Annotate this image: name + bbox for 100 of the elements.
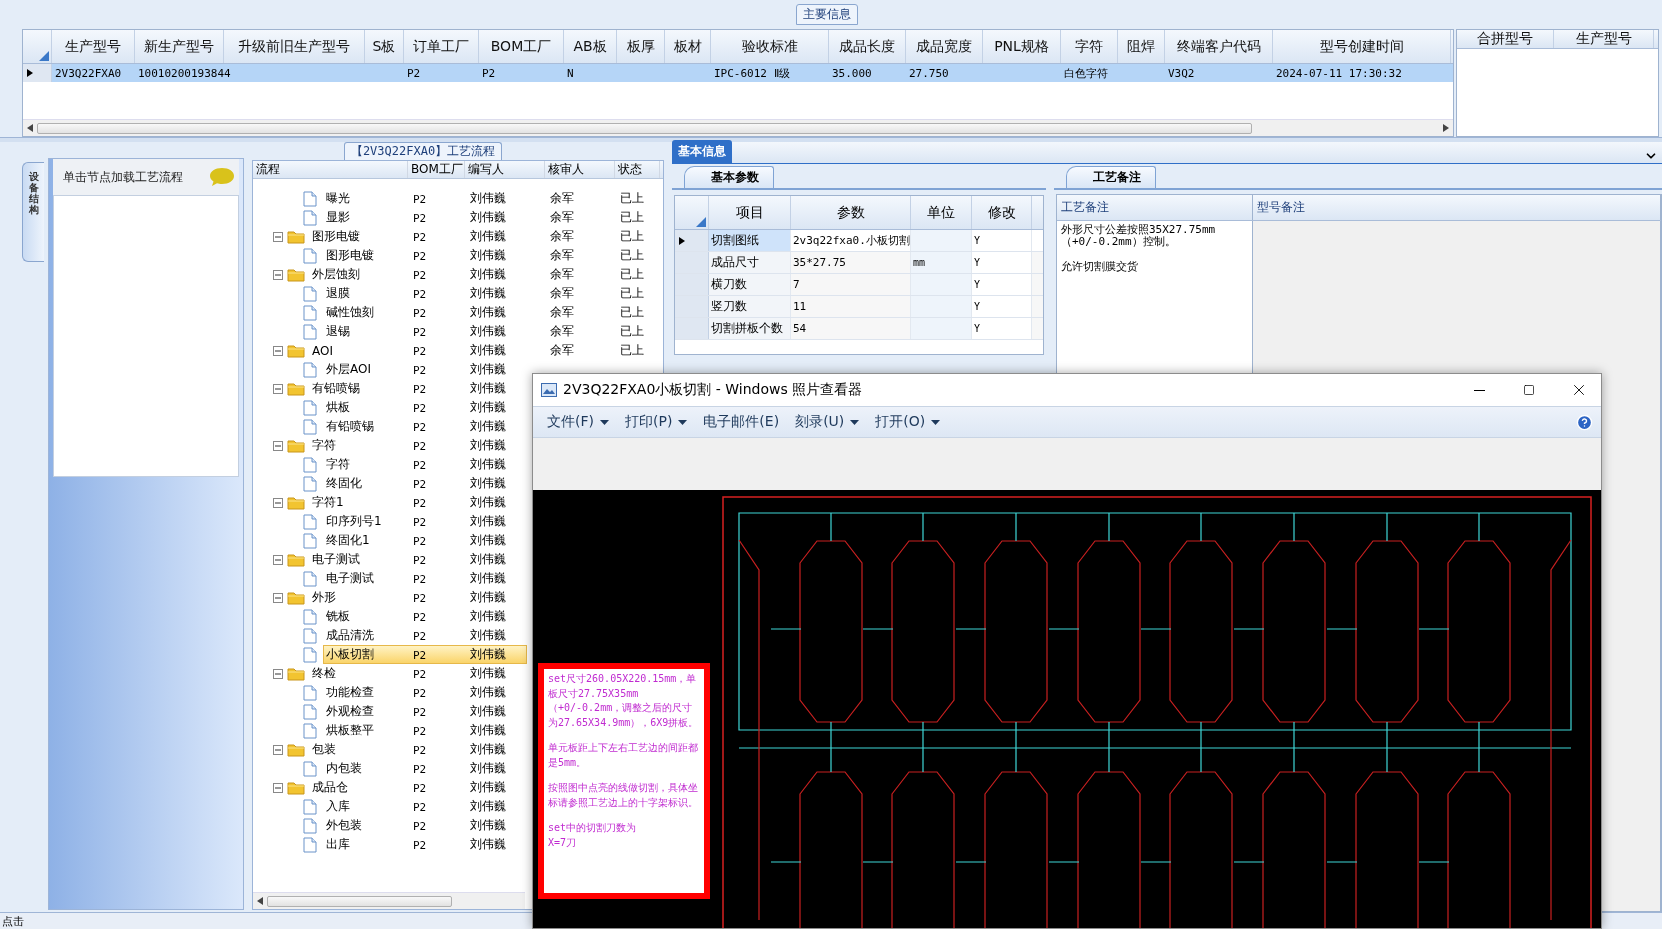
tree-row[interactable]: 有铅喷锡 P2 刘伟巍 [323, 417, 527, 436]
tree-row[interactable]: 电子测试 P2 刘伟巍 [309, 550, 527, 569]
tree-row[interactable]: 碱性蚀刻 P2 刘伟巍 余军 已上 [323, 303, 662, 322]
tree-row[interactable]: 图形电镀 P2 刘伟巍 余军 已上 [309, 227, 662, 246]
collapse-toggle-icon[interactable] [273, 497, 283, 508]
column-header[interactable]: AB板 [564, 30, 617, 63]
table-row[interactable]: 2V3Q22FXA0 10010200193844 P2 P2 N IPC-6012 Ⅱ级 35.000 27.750 白色字符 V3Q2 2024-07-11 17:30:32 [23, 64, 1453, 82]
column-header[interactable]: BOM工厂 [479, 30, 564, 63]
tree-row[interactable]: 外观检查 P2 刘伟巍 [323, 702, 527, 721]
tree-row[interactable]: 字符 P2 刘伟巍 [323, 455, 527, 474]
scroll-left-icon[interactable] [27, 124, 33, 132]
column-header[interactable]: 终端客户代码 [1165, 30, 1273, 63]
column-header[interactable]: 型号创建时间 [1273, 30, 1451, 63]
menu-item[interactable]: 打开(O) [869, 411, 947, 433]
menu-item[interactable]: 打印(P) [619, 411, 694, 433]
tree-row[interactable]: 成品仓 P2 刘伟巍 [309, 778, 527, 797]
column-header[interactable]: 编写人 [465, 161, 545, 178]
tree-row[interactable]: 包装 P2 刘伟巍 [309, 740, 527, 759]
column-header[interactable]: 新生产型号 [135, 30, 224, 63]
column-header[interactable]: 核审人 [545, 161, 615, 178]
column-header[interactable]: PNL规格 [983, 30, 1061, 63]
collapse-toggle-icon[interactable] [273, 592, 283, 603]
column-header[interactable]: 验收标准 [711, 30, 829, 63]
tree-row[interactable]: 终检 P2 刘伟巍 [309, 664, 527, 683]
column-header[interactable]: 修改 [972, 196, 1032, 229]
tree-row[interactable]: AOI P2 刘伟巍 余军 已上 [309, 341, 662, 360]
table-row[interactable]: 竖刀数 11 Y [675, 296, 1043, 318]
collapse-toggle-icon[interactable] [273, 668, 283, 679]
column-header[interactable]: 成品长度 [829, 30, 906, 63]
column-header[interactable]: S板 [365, 30, 404, 63]
tree-row[interactable]: 字符1 P2 刘伟巍 [309, 493, 527, 512]
tree-row[interactable]: 终固化 P2 刘伟巍 [323, 474, 527, 493]
tree-row[interactable]: 外层蚀刻 P2 刘伟巍 余军 已上 [309, 265, 662, 284]
tree-row[interactable]: 终固化1 P2 刘伟巍 [323, 531, 527, 550]
column-header[interactable]: 流程 [253, 161, 408, 178]
tree-row[interactable]: 退膜 P2 刘伟巍 余军 已上 [323, 284, 662, 303]
tree-row[interactable]: 外层AOI P2 刘伟巍 [323, 360, 527, 379]
column-header[interactable]: 状态 [615, 161, 660, 178]
remarks-tab[interactable]: 工艺备注 [1066, 166, 1156, 188]
tree-row[interactable]: 字符 P2 刘伟巍 [309, 436, 527, 455]
params-tab[interactable]: 基本参数 [684, 166, 774, 188]
tree-row[interactable]: 烘板 P2 刘伟巍 [323, 398, 527, 417]
tree-row[interactable]: 铣板 P2 刘伟巍 [323, 607, 527, 626]
table-row[interactable]: 横刀数 7 Y [675, 274, 1043, 296]
tree-row[interactable]: 入库 P2 刘伟巍 [323, 797, 527, 816]
tree-row[interactable]: 退锡 P2 刘伟巍 余军 已上 [323, 322, 662, 341]
collapse-toggle-icon[interactable] [273, 231, 283, 242]
tree-row[interactable]: 成品清洗 P2 刘伟巍 [323, 626, 527, 645]
column-header[interactable]: 成品宽度 [906, 30, 983, 63]
column-header[interactable]: 合拼型号 [1457, 30, 1554, 48]
column-header[interactable]: 订单工厂 [404, 30, 479, 63]
horizontal-scrollbar[interactable] [23, 119, 1453, 136]
scroll-left-icon[interactable] [257, 897, 263, 905]
tree-row[interactable]: 小板切割 P2 刘伟巍 [323, 645, 527, 664]
table-row[interactable]: 切割拼板个数 54 Y [675, 318, 1043, 340]
column-header[interactable]: 生产型号 [52, 30, 135, 63]
table-row[interactable]: 成品尺寸 35*27.75 mm Y [675, 252, 1043, 274]
collapse-toggle-icon[interactable] [273, 744, 283, 755]
tree-row[interactable]: 电子测试 P2 刘伟巍 [323, 569, 527, 588]
folder-icon [287, 780, 305, 795]
menu-item[interactable]: 刻录(U) [789, 411, 866, 433]
info-tab[interactable]: 基本信息 [672, 140, 732, 163]
column-header[interactable]: 阻焊 [1118, 30, 1165, 63]
column-header[interactable]: 板材 [665, 30, 711, 63]
column-header[interactable]: 单位 [911, 196, 972, 229]
table-cell: 2v3q22fxa0.小板切割 [793, 233, 910, 248]
tree-row[interactable]: 曝光 P2 刘伟巍 余军 已上 [323, 189, 662, 208]
tree-row[interactable]: 显影 P2 刘伟巍 余军 已上 [323, 208, 662, 227]
collapse-toggle-icon[interactable] [273, 782, 283, 793]
column-header[interactable]: 升级前旧生产型号 [224, 30, 365, 63]
collapse-toggle-icon[interactable] [273, 269, 283, 280]
menu-item[interactable]: 电子邮件(E) [697, 411, 786, 433]
side-tab[interactable]: 设备结构 [22, 162, 44, 262]
help-icon[interactable] [1576, 413, 1593, 431]
menu-item[interactable]: 文件(F) [541, 411, 615, 433]
tree-row[interactable]: 外形 P2 刘伟巍 [309, 588, 527, 607]
tree-row[interactable]: 出库 P2 刘伟巍 [323, 835, 527, 854]
column-header[interactable]: 参数 [791, 196, 911, 229]
tree-row[interactable]: 印序列号1 P2 刘伟巍 [323, 512, 527, 531]
column-header[interactable]: 项目 [709, 196, 791, 229]
horizontal-scrollbar[interactable] [253, 892, 525, 909]
tree-row[interactable]: 有铅喷锡 P2 刘伟巍 [309, 379, 527, 398]
collapse-toggle-icon[interactable] [273, 345, 283, 356]
table-cell: Y [974, 235, 981, 246]
tree-row[interactable]: 外包装 P2 刘伟巍 [323, 816, 527, 835]
column-header[interactable]: 板厚 [617, 30, 665, 63]
column-header[interactable]: 生产型号 [1554, 30, 1654, 48]
column-header[interactable]: 工艺备注 [1057, 195, 1253, 220]
tree-row[interactable]: 内包装 P2 刘伟巍 [323, 759, 527, 778]
collapse-toggle-icon[interactable] [273, 554, 283, 565]
column-header[interactable]: 字符 [1061, 30, 1118, 63]
tree-row[interactable]: 功能检查 P2 刘伟巍 [323, 683, 527, 702]
table-row[interactable]: 切割图纸 2v3q22fxa0.小板切割 Y [675, 230, 1043, 252]
column-header[interactable]: 型号备注 [1253, 195, 1661, 220]
scroll-right-icon[interactable] [1443, 124, 1449, 132]
tree-row[interactable]: 烘板整平 P2 刘伟巍 [323, 721, 527, 740]
collapse-toggle-icon[interactable] [273, 440, 283, 451]
tree-row[interactable]: 图形电镀 P2 刘伟巍 余军 已上 [323, 246, 662, 265]
collapse-toggle-icon[interactable] [273, 383, 283, 394]
column-header[interactable]: BOM工厂 [408, 161, 465, 178]
